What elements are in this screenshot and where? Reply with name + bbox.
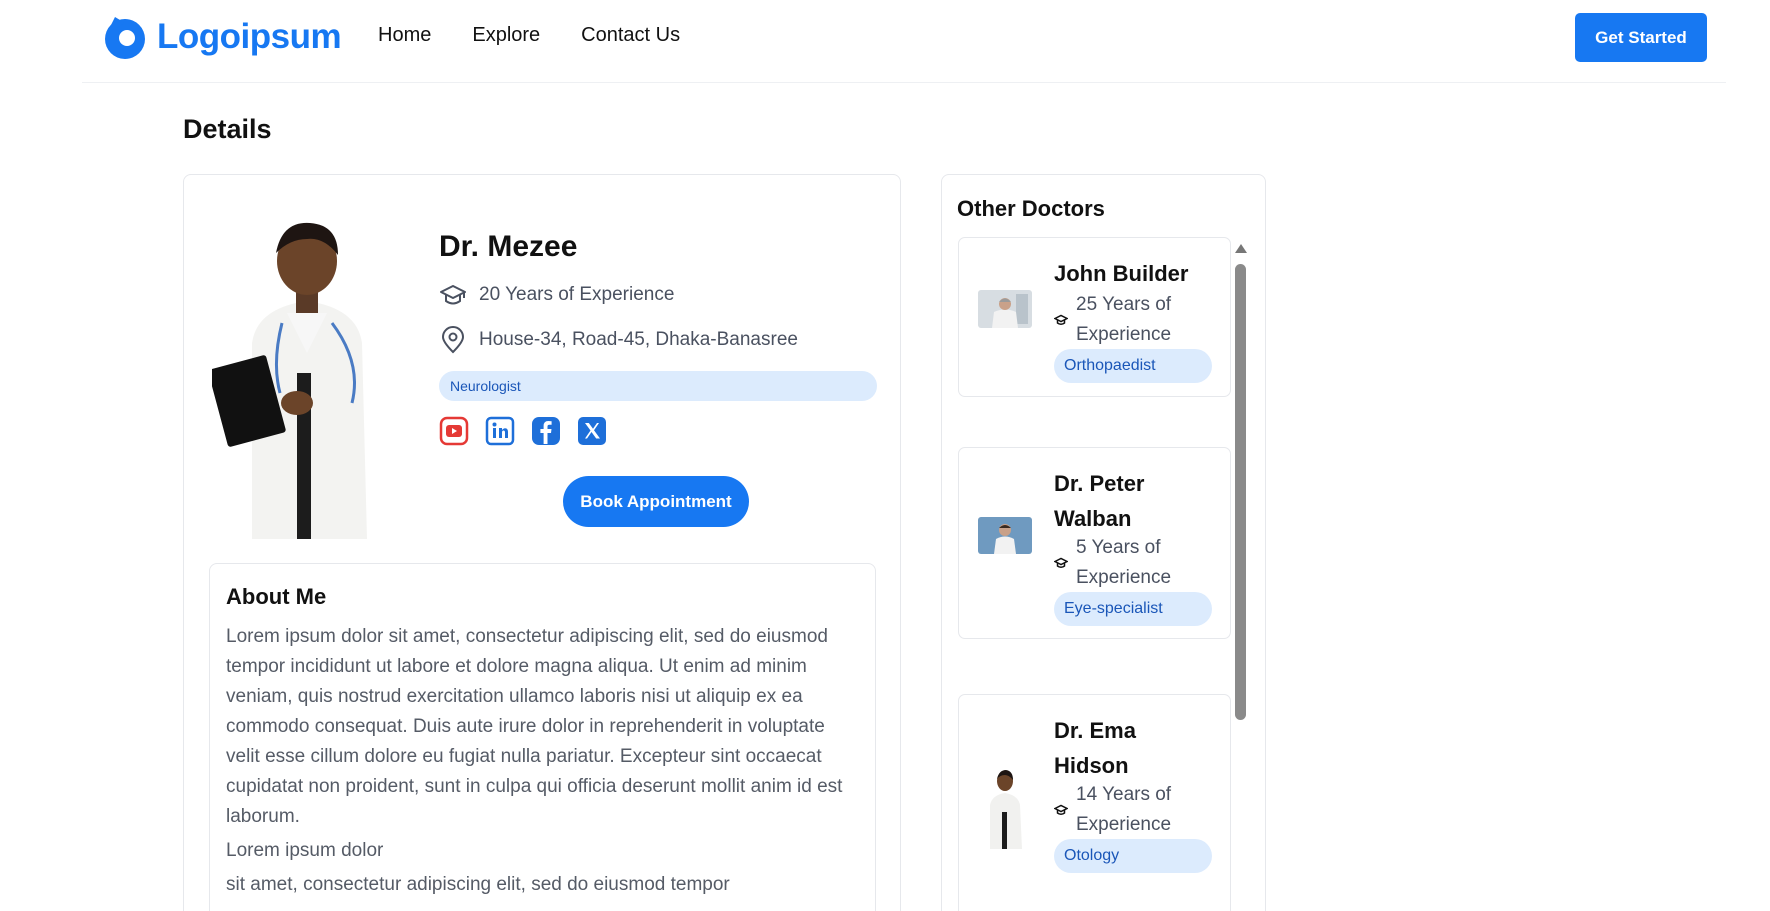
doctor-experience: 20 Years of Experience (479, 284, 675, 305)
logo-text: Logoipsum (157, 17, 342, 56)
about-title: About Me (226, 584, 327, 609)
doctor-thumbnail (978, 517, 1032, 554)
nav-home[interactable]: Home (378, 24, 431, 47)
doctor-list-name: Dr. Ema Hidson (1054, 718, 1136, 778)
book-appointment-button[interactable]: Book Appointment (563, 476, 749, 527)
logo[interactable]: Logoipsum (101, 13, 342, 61)
doctor-list-experience: 25 Years of Experience (1076, 294, 1172, 345)
nav-explore[interactable]: Explore (472, 24, 540, 47)
doctor-list-specialty: Orthopaedist (1054, 349, 1212, 383)
scrollbar-thumb[interactable] (1235, 264, 1246, 720)
other-doctors-title: Other Doctors (957, 196, 1105, 221)
get-started-button[interactable]: Get Started (1575, 13, 1707, 62)
doctor-list-experience: 14 Years of Experience (1076, 784, 1172, 835)
doctor-list-specialty: Eye-specialist (1054, 592, 1212, 626)
top-navigation: Logoipsum Home Explore Contact Us Get St… (82, 0, 1726, 83)
doctor-name: Dr. Mezee (439, 230, 578, 263)
doctor-list-item[interactable]: Dr. Ema Hidson 14 Years of Experience Ot… (958, 694, 1231, 911)
scroll-up-arrow-icon[interactable] (1235, 244, 1247, 253)
doctor-list-experience-row: 14 Years of Experience (1054, 780, 1196, 840)
graduation-cap-icon (1054, 314, 1068, 325)
other-doctors-panel: Other Doctors John Builder 25 Years of E… (941, 174, 1266, 911)
about-line-3: sit amet, consectetur adipiscing elit, s… (226, 874, 730, 895)
page-title: Details (183, 114, 272, 144)
doctor-list-experience-row: 5 Years of Experience (1054, 533, 1196, 593)
experience-row: 20 Years of Experience (439, 281, 674, 309)
doctor-details-card: Dr. Mezee 20 Years of Experience House-3… (183, 174, 901, 911)
nav-contact-us[interactable]: Contact Us (581, 24, 680, 47)
specialty-badge: Neurologist (439, 371, 877, 401)
location-pin-icon (441, 326, 465, 354)
linkedin-icon[interactable] (485, 416, 515, 446)
doctor-list-specialty: Otology (1054, 839, 1212, 873)
doctor-list-experience-row: 25 Years of Experience (1054, 290, 1196, 350)
doctor-photo (212, 213, 402, 539)
logo-icon (105, 17, 145, 59)
about-section: About Me Lorem ipsum dolor sit amet, con… (209, 563, 876, 911)
doctor-list-item[interactable]: Dr. Peter Walban 5 Years of Experience E… (958, 447, 1231, 639)
address-row: House-34, Road-45, Dhaka-Banasree (439, 326, 798, 354)
doctor-list-name: Dr. Peter Walban (1054, 471, 1145, 531)
doctor-thumbnail (978, 290, 1032, 328)
doctor-thumbnail (978, 767, 1032, 849)
graduation-cap-icon (1054, 804, 1068, 815)
about-body: Lorem ipsum dolor sit amet, consectetur … (226, 626, 843, 827)
main-nav: Home Explore Contact Us (378, 24, 680, 47)
about-line-2: Lorem ipsum dolor (226, 840, 384, 861)
graduation-cap-icon (1054, 557, 1068, 568)
youtube-icon[interactable] (439, 416, 469, 446)
facebook-icon[interactable] (531, 416, 561, 446)
doctor-list-experience: 5 Years of Experience (1076, 537, 1172, 588)
social-links (439, 416, 607, 446)
doctor-list-name: John Builder (1054, 261, 1189, 286)
doctor-address: House-34, Road-45, Dhaka-Banasree (479, 329, 798, 350)
doctor-list-item[interactable]: John Builder 25 Years of Experience Orth… (958, 237, 1231, 397)
x-icon[interactable] (577, 416, 607, 446)
graduation-cap-icon (440, 285, 466, 305)
